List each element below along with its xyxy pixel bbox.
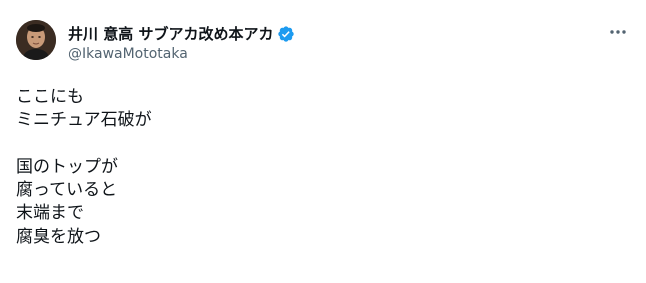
tweet-text-line: 国のトップが xyxy=(16,156,118,177)
author-display-name[interactable]: 井川 意高 サブアカ改め本アカ xyxy=(68,23,273,44)
author-name-row: 井川 意高 サブアカ改め本アカ xyxy=(68,23,295,44)
avatar[interactable] xyxy=(16,20,56,60)
tweet-text-line: ここにも xyxy=(16,87,84,107)
tweet-card: 井川 意高 サブアカ改め本アカ @IkawaMototaka ここにも ミニチュ… xyxy=(0,0,646,283)
tweet-text-line xyxy=(16,133,152,156)
tweet-text-line: 末端まで xyxy=(16,203,84,224)
tweet-text-line: ミニチュア石破が xyxy=(16,110,152,131)
tweet-text-line: 腐臭を放つ xyxy=(16,226,101,247)
verified-badge-icon[interactable] xyxy=(277,25,295,43)
more-options-icon[interactable] xyxy=(604,18,632,46)
author-handle[interactable]: @IkawaMototaka xyxy=(68,46,188,62)
tweet-text-line: 腐っていると xyxy=(16,180,118,201)
tweet-text: ここにも ミニチュア石破が 国のトップが 腐っていると 末端まで 腐臭を放つ xyxy=(16,86,152,249)
